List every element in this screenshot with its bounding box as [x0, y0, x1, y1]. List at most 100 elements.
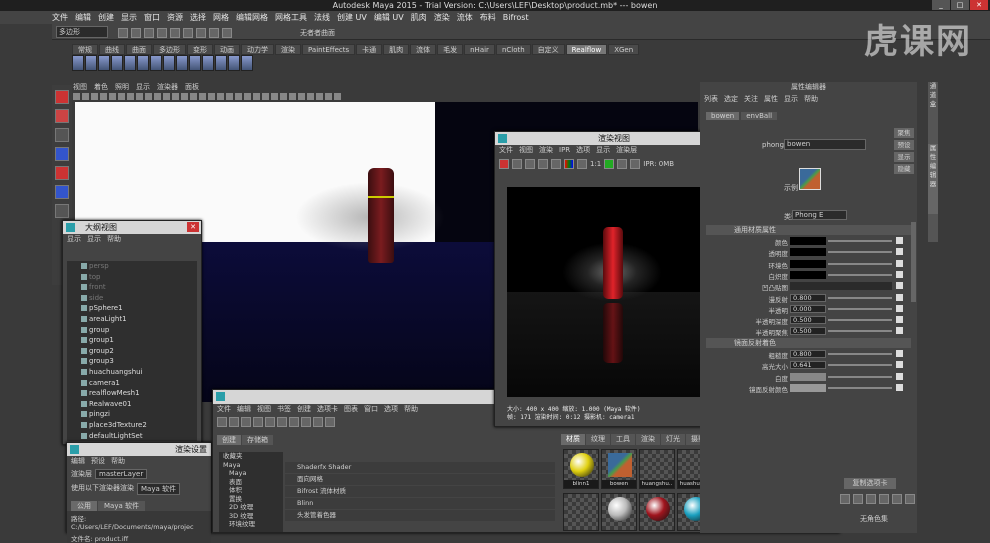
- map-button-icon[interactable]: [896, 372, 903, 380]
- realflow-icon[interactable]: [215, 55, 227, 71]
- outliner-item[interactable]: front: [67, 282, 197, 293]
- show-button[interactable]: 显示: [894, 152, 914, 162]
- menu-item[interactable]: 网格工具: [275, 11, 307, 24]
- create-node-item[interactable]: 面向网格: [285, 474, 555, 485]
- map-button-icon[interactable]: [896, 316, 903, 324]
- tab-maya-software[interactable]: Maya 软件: [98, 501, 145, 511]
- shelf-tab[interactable]: 常规: [72, 44, 98, 55]
- attribute-slider[interactable]: [828, 307, 892, 310]
- hypershade-menu-item[interactable]: 图表: [344, 404, 358, 415]
- create-node-item[interactable]: Shaderfx Shader: [285, 462, 555, 473]
- render-view-menu-item[interactable]: 显示: [596, 145, 610, 156]
- tab-envball[interactable]: envBall: [741, 112, 778, 120]
- attribute-value-field[interactable]: 0.500: [790, 316, 826, 325]
- section-specular[interactable]: 镜面反射着色: [706, 338, 911, 348]
- presets-button[interactable]: 预设: [894, 140, 914, 150]
- attribute-slider[interactable]: [828, 240, 892, 242]
- pause-icon[interactable]: [630, 159, 641, 169]
- menu-item[interactable]: 渲染: [434, 11, 450, 24]
- render-view-menu-item[interactable]: 渲染层: [616, 145, 637, 156]
- map-button-icon[interactable]: [896, 304, 903, 312]
- attribute-value-field[interactable]: 0.500: [790, 327, 826, 336]
- undo-icon[interactable]: [157, 28, 167, 38]
- tab-common[interactable]: 公用: [71, 501, 97, 511]
- menu-item[interactable]: 资源: [167, 11, 183, 24]
- new-scene-icon[interactable]: [118, 28, 128, 38]
- realflow-icon[interactable]: [124, 55, 136, 71]
- material-swatch[interactable]: blinn1: [563, 449, 599, 489]
- realflow-icon[interactable]: [189, 55, 201, 71]
- renderer-dropdown[interactable]: Maya 软件: [137, 483, 180, 495]
- menu-item[interactable]: 显示: [121, 11, 137, 24]
- attribute-slider[interactable]: [828, 251, 892, 254]
- material-tab[interactable]: 纹理: [586, 434, 610, 445]
- render-view-menu-item[interactable]: 选项: [576, 145, 590, 156]
- attribute-slider[interactable]: [828, 353, 892, 355]
- outliner-item[interactable]: camera1: [67, 378, 197, 389]
- menu-item[interactable]: 编辑: [75, 11, 91, 24]
- snap-point-icon[interactable]: [222, 28, 232, 38]
- tree-item[interactable]: 3D 纹理: [219, 512, 283, 521]
- outliner-item[interactable]: group1: [67, 335, 197, 346]
- outliner-menu-item[interactable]: 显示: [87, 234, 101, 245]
- attribute-menu-item[interactable]: 帮助: [804, 94, 818, 105]
- menu-item[interactable]: Bifrost: [503, 11, 529, 24]
- render-settings-menu-item[interactable]: 编辑: [71, 456, 85, 467]
- outliner-item[interactable]: top: [67, 272, 197, 283]
- menu-item[interactable]: 编辑网格: [236, 11, 268, 24]
- tree-item[interactable]: 置换: [219, 495, 283, 504]
- menu-item[interactable]: 文件: [52, 11, 68, 24]
- create-node-item[interactable]: Bifrost 流体材质: [285, 486, 555, 497]
- material-swatch[interactable]: [601, 493, 637, 531]
- hypershade-menu-item[interactable]: 选项卡: [317, 404, 338, 415]
- attribute-slider[interactable]: [790, 282, 892, 291]
- tree-item[interactable]: 收藏夹: [219, 452, 283, 461]
- shelf-tab[interactable]: nHair: [464, 44, 495, 55]
- snapshot-icon[interactable]: [525, 159, 535, 169]
- tab-create[interactable]: 创建: [217, 435, 241, 445]
- outliner-item[interactable]: pSphere1: [67, 303, 197, 314]
- map-button-icon[interactable]: [896, 259, 903, 267]
- material-tab[interactable]: 材质: [561, 434, 585, 445]
- tab-bins[interactable]: 存储箱: [242, 435, 273, 445]
- render-region-icon[interactable]: [512, 159, 522, 169]
- render-view-menu-item[interactable]: IPR: [559, 145, 570, 156]
- shelf-tab[interactable]: 动力学: [241, 44, 274, 55]
- shelf-tab[interactable]: nCloth: [495, 44, 531, 55]
- display-icon[interactable]: [577, 159, 587, 169]
- open-scene-icon[interactable]: [131, 28, 141, 38]
- realflow-icon[interactable]: [241, 55, 253, 71]
- shelf-tab[interactable]: 动画: [214, 44, 240, 55]
- hypershade-menu-item[interactable]: 帮助: [404, 404, 418, 415]
- hide-button[interactable]: 隐藏: [894, 164, 914, 174]
- material-type-dropdown[interactable]: Phong E: [792, 210, 847, 220]
- menu-item[interactable]: 肌肉: [411, 11, 427, 24]
- menu-item[interactable]: 法线: [314, 11, 330, 24]
- outliner-close-button[interactable]: ✕: [187, 222, 199, 232]
- attribute-menu-item[interactable]: 选定: [724, 94, 738, 105]
- select-mode-icon[interactable]: [183, 28, 193, 38]
- color-swatch[interactable]: [790, 237, 826, 245]
- map-button-icon[interactable]: [896, 383, 903, 391]
- attribute-value-field[interactable]: 0.800: [790, 293, 826, 302]
- render-settings-menu-item[interactable]: 帮助: [111, 456, 125, 467]
- shelf-tab[interactable]: Realflow: [565, 44, 608, 55]
- realflow-icon[interactable]: [137, 55, 149, 71]
- map-button-icon[interactable]: [896, 248, 903, 256]
- material-swatch[interactable]: huangshu..: [639, 449, 675, 489]
- outliner-item[interactable]: group3: [67, 356, 197, 367]
- mode-dropdown[interactable]: 多边形: [56, 26, 108, 38]
- tree-item[interactable]: 2D 纹理: [219, 503, 283, 512]
- tree-item[interactable]: 体积: [219, 486, 283, 495]
- attribute-slider[interactable]: [828, 262, 892, 265]
- create-node-item[interactable]: Blinn: [285, 498, 555, 509]
- viewport-menu-item[interactable]: 视图: [73, 82, 87, 92]
- realflow-icon[interactable]: [85, 55, 97, 71]
- refresh-icon[interactable]: [551, 159, 561, 169]
- render-settings-titlebar[interactable]: 渲染设置: [67, 443, 211, 456]
- outliner-item[interactable]: areaLight1: [67, 314, 197, 325]
- scrollbar[interactable]: [911, 222, 916, 302]
- attribute-slider[interactable]: [828, 364, 892, 367]
- attribute-value-field[interactable]: 0.641: [790, 361, 826, 370]
- color-swatch[interactable]: [790, 248, 826, 257]
